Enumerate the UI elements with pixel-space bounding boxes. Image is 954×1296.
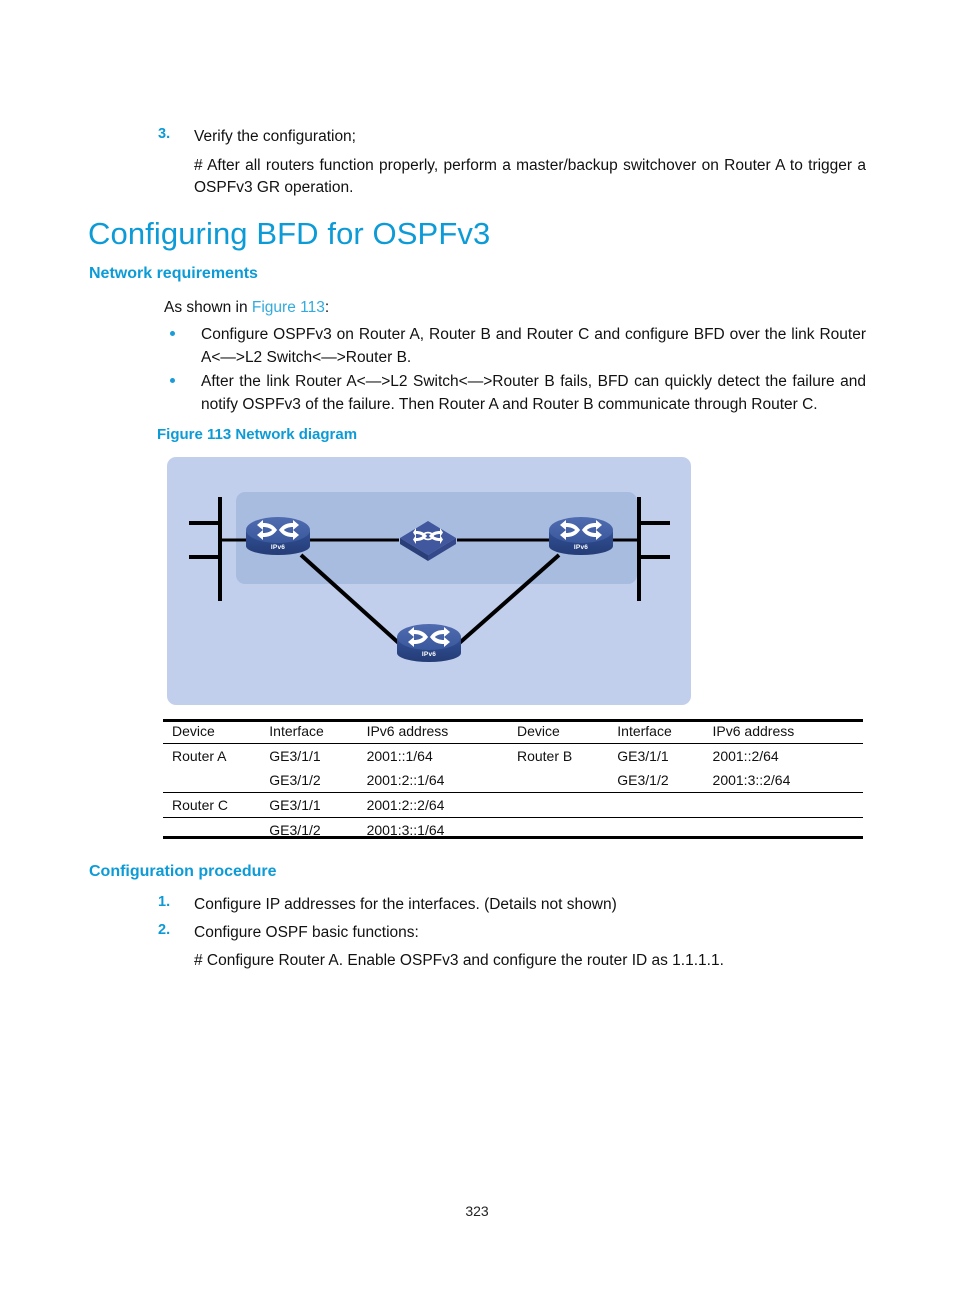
list-marker: 3. [158,126,171,142]
network-diagram: IPv6 IPv6 IPv6 [167,457,691,705]
table-cell: Router B [516,748,573,764]
page-title: Configuring BFD for OSPFv3 [88,216,491,251]
list-item-text: Configure IP addresses for the interface… [194,896,617,913]
table-row: Router A GE3/1/1 2001::1/64 Router B GE3… [163,744,863,769]
bullet-text: After the link Router A<—>L2 Switch<—>Ro… [201,373,866,413]
table-cell: GE3/1/1 [617,748,669,764]
numbered-list-item: 3. Verify the configuration; [158,126,870,148]
intro-suffix: : [324,299,330,316]
numbered-list-item: 1. Configure IP addresses for the interf… [158,894,858,916]
table-header-cell: Device [516,723,560,739]
bullet-dot-icon [164,371,201,383]
router-label: IPv6 [573,544,589,551]
table-bottom-rule [163,836,863,839]
figure-reference-line: As shown in Figure 113: [164,297,664,319]
table-cell: GE3/1/2 [617,772,669,788]
device-router-a[interactable]: IPv6 [246,517,310,561]
table-cell: 2001:2::2/64 [366,797,445,813]
table-header-cell: Interface [617,723,672,739]
router-arrows-icon [408,627,450,647]
table-cell: 2001::2/64 [712,748,779,764]
table-header-cell: IPv6 address [366,723,449,739]
table-header-cell: Interface [269,723,324,739]
table-header-row: Device Interface IPv6 address Device Int… [163,719,863,744]
table-row: GE3/1/2 2001:2::1/64 GE3/1/2 2001:3::2/6… [163,768,863,793]
device-l2-switch[interactable] [397,517,459,563]
table-header-cell: IPv6 address [712,723,795,739]
router-label: IPv6 [421,651,437,658]
table-cell [617,793,712,818]
table-header-cell: Device [172,723,215,739]
device-router-c[interactable]: IPv6 [397,624,461,668]
table-cell: 2001::1/64 [366,748,433,764]
bullet-text: Configure OSPFv3 on Router A, Router B a… [201,326,866,366]
list-marker: 1. [158,894,171,910]
table-cell: Router A [172,748,227,764]
bullet-dot-icon [164,324,201,336]
page-number: 323 [465,1203,489,1219]
table-cell [163,768,269,793]
figure-113-link[interactable]: Figure 113 [252,299,325,316]
table-cell: GE3/1/1 [269,797,321,813]
list-item-text: Verify the configuration; [194,128,356,145]
intro-prefix: As shown in [164,299,252,316]
table-row: Router C GE3/1/1 2001:2::2/64 [163,792,863,818]
step-note-text: # After all routers function properly, p… [194,157,866,196]
bullet-list-item: Configure OSPFv3 on Router A, Router B a… [164,324,866,369]
list-marker: 2. [158,922,171,938]
figure-caption: Figure 113 Network diagram [157,426,358,443]
switch-arrows-icon [413,528,443,544]
configuration-note-text: # Configure Router A. Enable OSPFv3 and … [194,952,724,969]
router-label: IPv6 [270,544,286,551]
router-arrows-icon [257,520,299,540]
heading-configuration-procedure: Configuration procedure [89,863,277,880]
table-cell [517,793,617,818]
table-cell [713,793,863,818]
list-item-text: Configure OSPF basic functions: [194,924,419,941]
heading-network-requirements: Network requirements [89,265,258,282]
bullet-list-item: After the link Router A<—>L2 Switch<—>Ro… [164,371,866,416]
table-cell [517,768,617,793]
numbered-list-item: 2. Configure OSPF basic functions: [158,922,858,944]
table-cell: GE3/1/2 [269,772,321,788]
table-cell: Router C [172,797,229,813]
table-cell: 2001:3::2/64 [712,772,791,788]
table-cell: GE3/1/1 [269,748,321,764]
address-table: Device Interface IPv6 address Device Int… [163,719,863,842]
device-router-b[interactable]: IPv6 [549,517,613,561]
document-page: 3. Verify the configuration; # After all… [0,0,954,1296]
router-arrows-icon [560,520,602,540]
table-cell: 2001:2::1/64 [366,772,445,788]
